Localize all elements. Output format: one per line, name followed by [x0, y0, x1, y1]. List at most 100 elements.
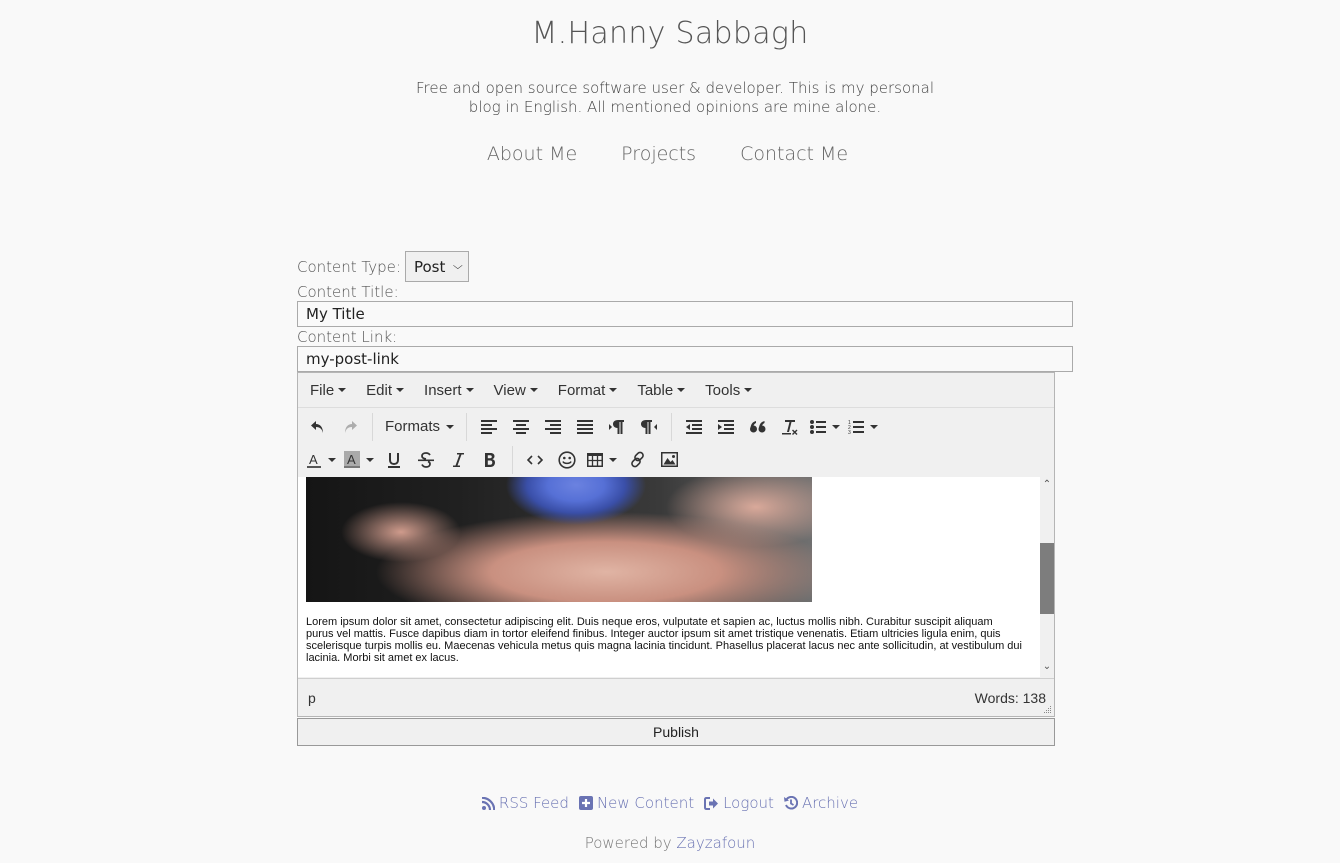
clear-formatting-button[interactable]: [774, 413, 806, 441]
align-left-icon: [481, 419, 498, 434]
footer-link-rss-label: RSS Feed: [498, 794, 569, 812]
emoticons-button[interactable]: [551, 446, 583, 474]
italic-button[interactable]: [442, 446, 474, 474]
caret-down-icon: [677, 388, 686, 392]
menu-insert[interactable]: Insert: [416, 382, 482, 399]
redo-button[interactable]: [334, 413, 366, 441]
underline-button[interactable]: [378, 446, 410, 474]
footer-link-archive-label: Archive: [801, 794, 859, 812]
rtl-button[interactable]: [633, 413, 665, 441]
word-count: Words: 138: [974, 689, 1046, 706]
menu-tools[interactable]: Tools: [697, 382, 760, 399]
scroll-down-icon[interactable]: ⌄: [1040, 661, 1054, 675]
site-description: Free and open source software user & dev…: [416, 79, 934, 116]
menu-insert-label: Insert: [424, 381, 462, 399]
undo-button[interactable]: [302, 413, 334, 441]
footer-link-logout[interactable]: Logout: [704, 794, 774, 812]
content-image[interactable]: [306, 477, 812, 602]
toolbar-separator: [372, 412, 373, 441]
menu-view[interactable]: View: [486, 382, 546, 399]
rtl-icon: [641, 419, 658, 434]
powered-by: Powered by Zayzafoun: [0, 834, 1340, 852]
align-center-button[interactable]: [505, 413, 537, 441]
link-icon: [630, 451, 644, 468]
main-nav: About Me Projects Contact Me: [0, 143, 1340, 165]
strikethrough-button[interactable]: [410, 446, 442, 474]
content-type-select[interactable]: Post ⌵: [404, 251, 469, 282]
text-color-button[interactable]: A: [302, 446, 340, 474]
menu-format-label: Format: [557, 381, 606, 399]
menu-tools-label: Tools: [705, 381, 741, 399]
toolbar-separator: [466, 412, 468, 441]
element-path[interactable]: p: [308, 690, 316, 706]
footer-link-rss[interactable]: RSS Feed: [481, 794, 569, 812]
align-left-button[interactable]: [473, 413, 505, 441]
history-icon: [783, 796, 798, 810]
scroll-up-icon[interactable]: ⌃: [1040, 479, 1054, 493]
table-button[interactable]: [583, 446, 621, 474]
bold-button[interactable]: [474, 446, 506, 474]
outdent-icon: [686, 419, 703, 434]
align-justify-icon: [577, 419, 594, 434]
italic-icon: [453, 452, 464, 467]
formats-dropdown[interactable]: Formats: [379, 413, 460, 441]
content-type-value: Post: [413, 257, 446, 276]
nav-contact-me[interactable]: Contact Me: [740, 143, 848, 165]
caret-down-icon: [832, 424, 841, 429]
editor-content-area[interactable]: Lorem ipsum dolor sit amet, consectetur …: [298, 477, 1054, 677]
site-title[interactable]: M.Hanny Sabbagh: [0, 16, 1340, 51]
footer-link-new-content-label: New Content: [596, 794, 695, 812]
powered-by-link[interactable]: Zayzafoun: [676, 834, 755, 852]
link-button[interactable]: [621, 446, 653, 474]
toolbar-separator: [671, 412, 673, 441]
publish-button[interactable]: Publish: [297, 718, 1055, 746]
nav-projects[interactable]: Projects: [621, 143, 696, 165]
bold-icon: [485, 452, 495, 467]
caret-down-icon: [328, 457, 336, 462]
editor-menubar: File Edit Insert View Format Table Tools: [298, 373, 1054, 408]
align-justify-button[interactable]: [569, 413, 601, 441]
bullet-list-button[interactable]: [806, 413, 844, 441]
image-button[interactable]: [653, 446, 685, 474]
align-right-icon: [545, 419, 562, 434]
indent-icon: [718, 419, 735, 434]
caret-down-icon: [609, 457, 617, 462]
resize-handle-icon[interactable]: [1044, 706, 1052, 714]
menu-edit[interactable]: Edit: [358, 382, 412, 399]
footer-link-new-content[interactable]: New Content: [578, 794, 695, 812]
chevron-down-icon: ⌵: [453, 261, 464, 272]
content-paragraph[interactable]: Lorem ipsum dolor sit amet, consectetur …: [306, 616, 1022, 664]
content-link-input[interactable]: my-post-link: [297, 346, 1073, 372]
menu-table[interactable]: Table: [629, 382, 693, 399]
menu-format[interactable]: Format: [550, 382, 626, 399]
footer-link-logout-label: Logout: [723, 794, 774, 812]
outdent-button[interactable]: [678, 413, 710, 441]
code-button[interactable]: [519, 446, 551, 474]
indent-button[interactable]: [710, 413, 742, 441]
bullet-list-icon: [810, 419, 827, 434]
formats-label: Formats: [385, 418, 441, 435]
blockquote-button[interactable]: [742, 413, 774, 441]
content-link-label: Content Link:: [297, 328, 398, 346]
content-title-input[interactable]: My Title: [297, 301, 1073, 327]
menu-edit-label: Edit: [366, 381, 393, 399]
menu-file[interactable]: File: [302, 382, 354, 399]
footer-link-archive[interactable]: Archive: [783, 794, 859, 812]
editor-statusbar: p Words: 138: [298, 678, 1054, 716]
ltr-button[interactable]: [601, 413, 633, 441]
nav-about-me[interactable]: About Me: [487, 143, 577, 165]
plus-square-icon: [578, 796, 593, 810]
text-color-icon: A: [307, 452, 321, 468]
align-right-button[interactable]: [537, 413, 569, 441]
scrollbar-thumb[interactable]: [1040, 543, 1054, 614]
undo-icon: [311, 420, 323, 433]
menu-file-label: File: [310, 381, 335, 399]
background-color-button[interactable]: A: [340, 446, 378, 474]
numbered-list-button[interactable]: 123: [844, 413, 882, 441]
strikethrough-icon: [418, 451, 434, 468]
caret-down-icon: [744, 388, 753, 392]
svg-text:A: A: [347, 452, 356, 467]
editor-toolbar-row-2: A A: [298, 443, 1054, 476]
editor-scrollbar[interactable]: ⌃ ⌄: [1040, 477, 1054, 677]
caret-down-icon: [870, 424, 879, 429]
